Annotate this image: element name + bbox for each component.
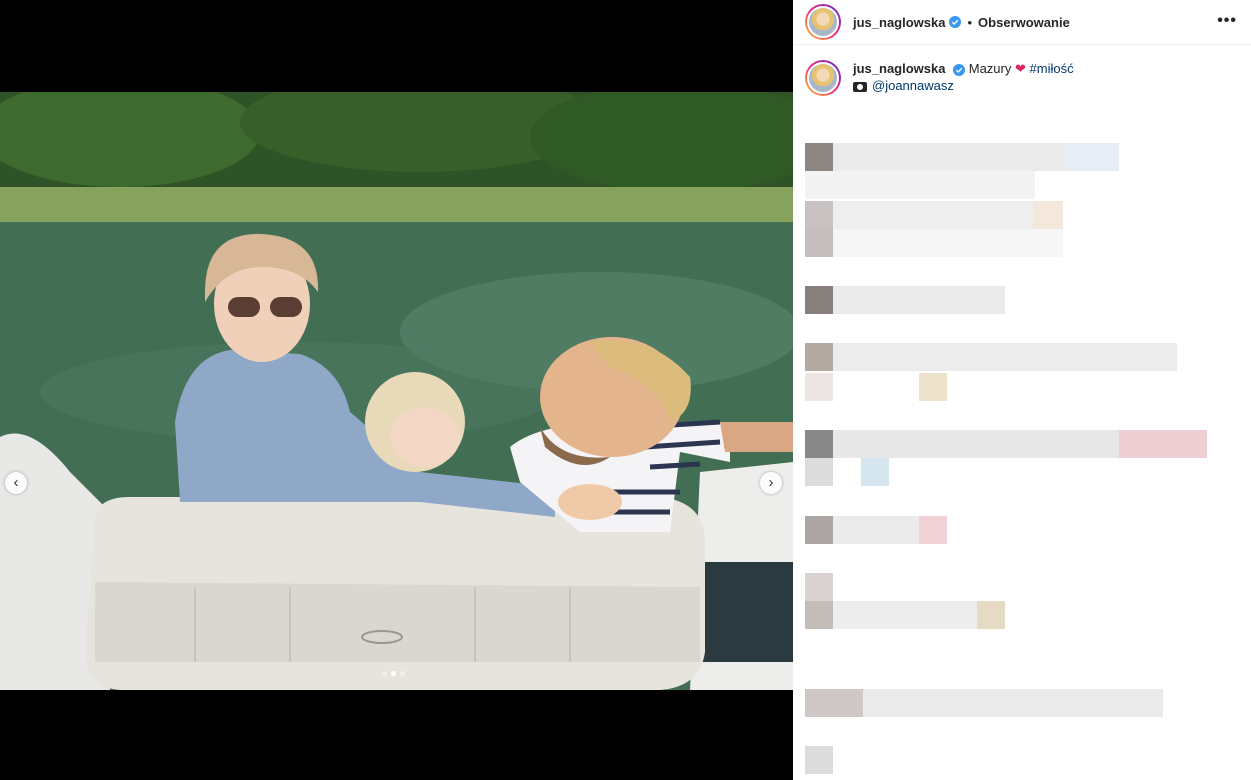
carousel-indicator (382, 671, 405, 676)
blurred-block (1033, 201, 1063, 229)
caption-avatar[interactable] (805, 60, 841, 96)
blurred-block (833, 343, 1177, 371)
author-username[interactable]: jus_naglowska (853, 15, 945, 30)
post-caption: jus_naglowska Mazury ❤ #miłość @joannawa… (793, 45, 1251, 96)
blurred-block (805, 373, 833, 401)
blurred-block (805, 601, 833, 629)
blurred-block (805, 746, 833, 774)
carousel-next-button[interactable]: › (760, 472, 782, 494)
blurred-block (861, 458, 889, 486)
blurred-block (833, 201, 1033, 229)
blurred-block (919, 373, 947, 401)
blurred-block (805, 573, 833, 601)
blurred-block (805, 458, 833, 486)
blurred-block (805, 171, 1035, 199)
blurred-block (833, 516, 919, 544)
verified-badge-icon (949, 16, 962, 28)
more-options-icon[interactable]: ••• (1217, 12, 1237, 30)
carousel-dot (400, 671, 405, 676)
carousel-prev-button[interactable]: ‹ (5, 472, 27, 494)
avatar[interactable] (805, 4, 841, 40)
following-button[interactable]: Obserwowanie (978, 15, 1070, 30)
verified-badge-icon (953, 63, 966, 76)
hashtag-link[interactable]: #miłość (1030, 61, 1074, 76)
blurred-block (805, 143, 833, 171)
blurred-block (805, 516, 833, 544)
post-photo: ‹ › (0, 92, 793, 690)
blurred-block (805, 229, 833, 257)
blurred-block (805, 430, 833, 458)
blurred-block (833, 286, 1005, 314)
blurred-block (863, 689, 1163, 717)
blurred-block (833, 143, 1063, 171)
blurred-block (977, 601, 1005, 629)
blurred-block (919, 516, 947, 544)
caption-body: Mazury (968, 61, 1012, 76)
avatar-image (807, 62, 839, 94)
blurred-block (1063, 143, 1119, 171)
blurred-block (805, 689, 863, 717)
blurred-block (833, 601, 977, 629)
post-side-panel: jus_naglowska • Obserwowanie ••• jus_nag… (793, 0, 1251, 780)
carousel-dot (382, 671, 387, 676)
separator-dot: • (967, 14, 973, 30)
blurred-block (805, 343, 833, 371)
camera-icon (853, 81, 867, 92)
avatar-image (807, 6, 839, 38)
media-viewer: ‹ › (0, 0, 793, 780)
photo-illustration (0, 92, 793, 690)
carousel-dot-active (391, 671, 396, 676)
blurred-block (833, 430, 1119, 458)
caption-text: jus_naglowska Mazury ❤ #miłość @joannawa… (853, 60, 1074, 96)
blurred-block (1119, 430, 1207, 458)
heart-icon: ❤ (1014, 61, 1026, 76)
photo-credit-link[interactable]: @joannawasz (872, 78, 954, 93)
blurred-block (805, 201, 833, 229)
caption-username[interactable]: jus_naglowska (853, 61, 945, 76)
blurred-block (805, 286, 833, 314)
post-header: jus_naglowska • Obserwowanie ••• (793, 0, 1251, 45)
blurred-comments-area (805, 113, 1251, 780)
blurred-block (833, 229, 1063, 257)
